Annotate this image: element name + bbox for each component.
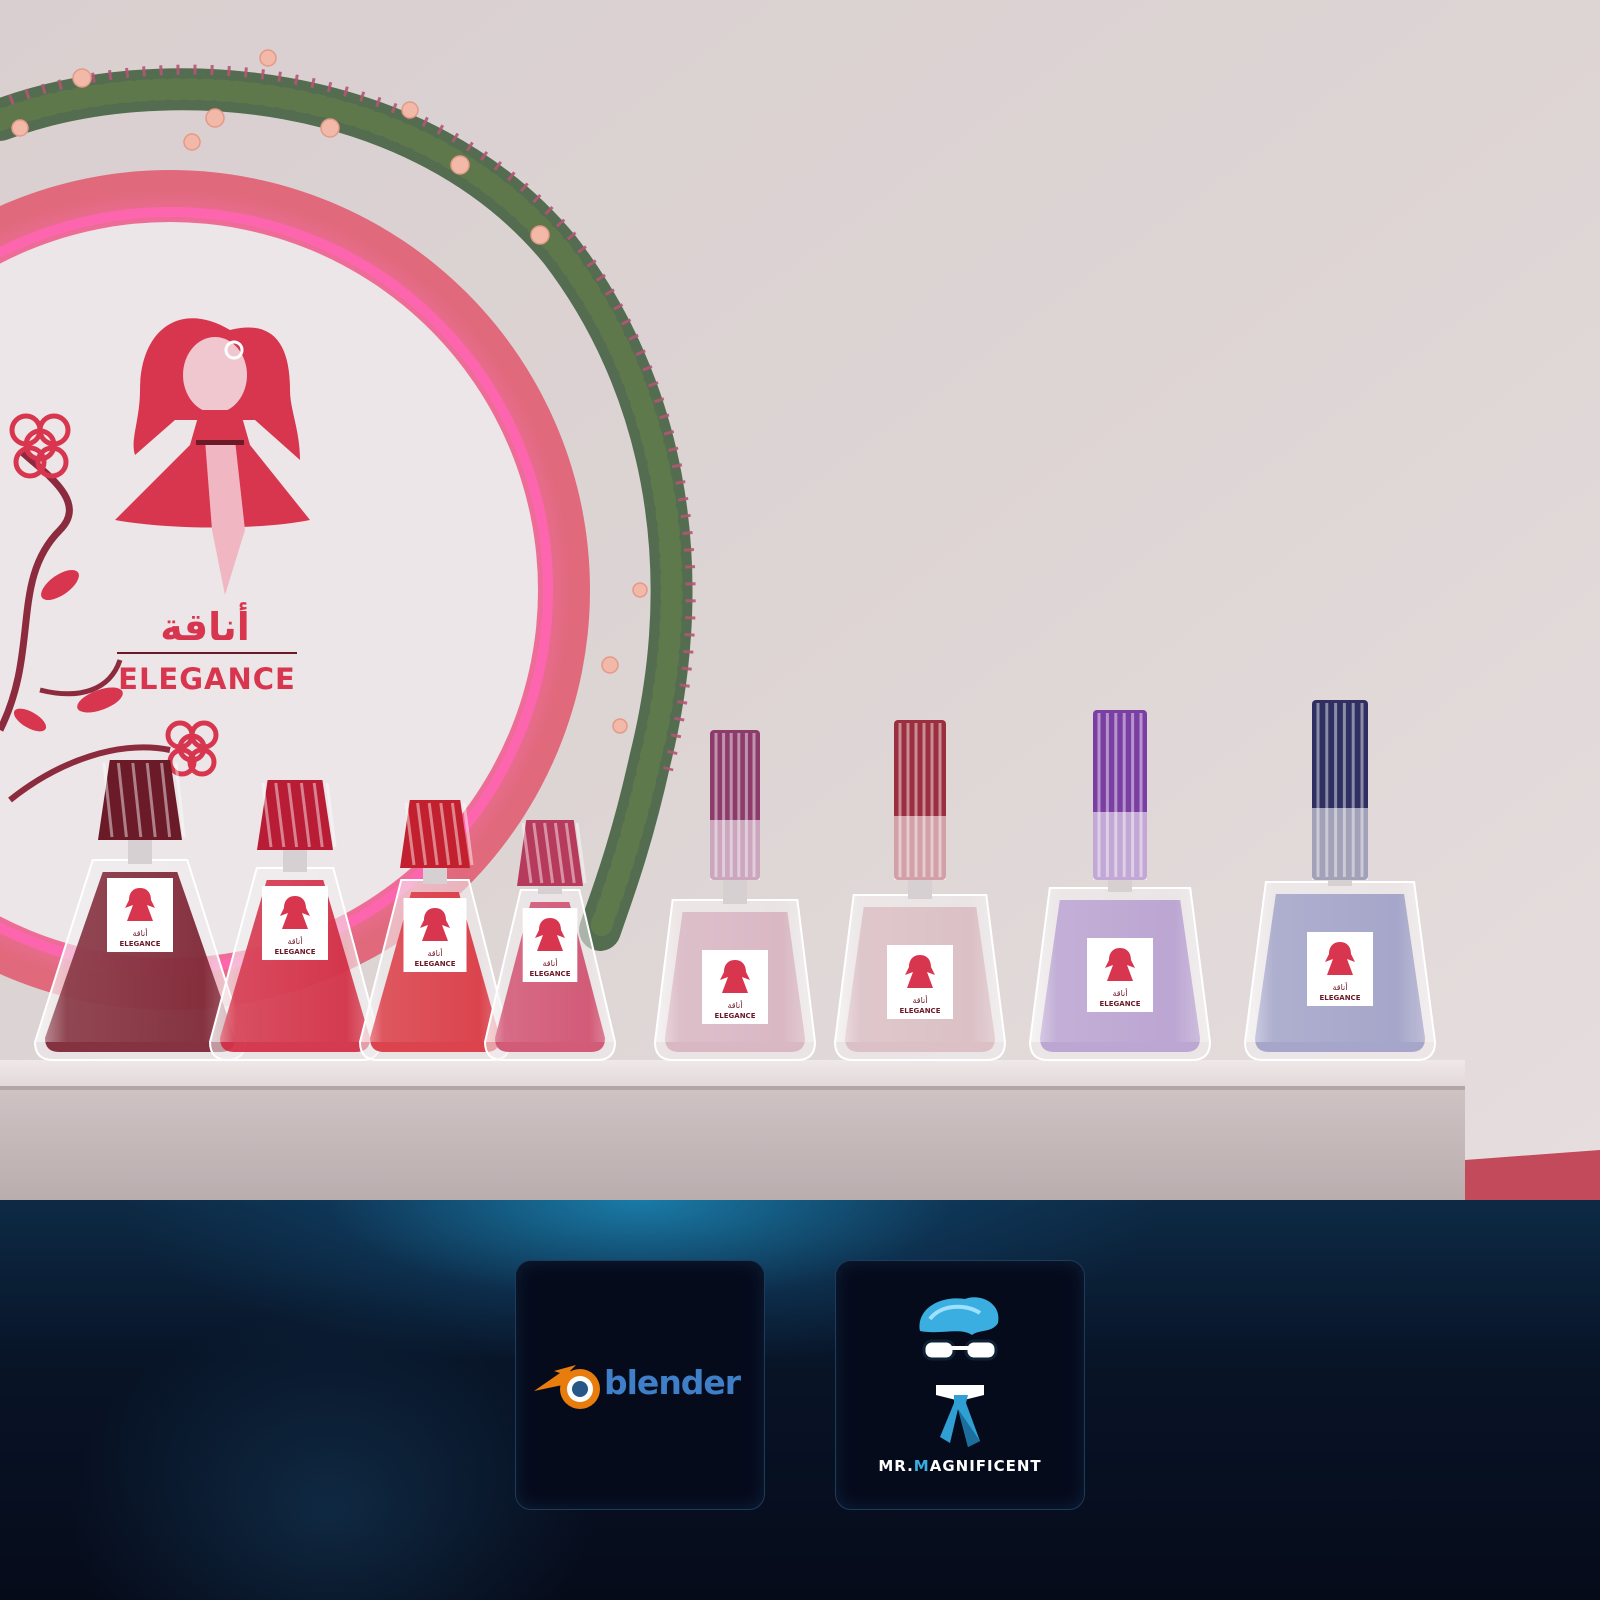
blender-logo-icon <box>534 1365 600 1409</box>
sign-arabic-name: أناقة <box>160 602 250 649</box>
bottle-cap <box>1093 710 1147 880</box>
bottle-cap <box>400 800 474 868</box>
product-scene: أناقة ELEGANCE أناقة ELEGANCE أناقة ELEGANC… <box>0 0 1600 1200</box>
display-shelf <box>0 1060 1600 1200</box>
bottle-label-english: ELEGANCE <box>715 1012 756 1020</box>
bottle-label-arabic: أناقة <box>428 948 443 958</box>
sign-divider <box>117 652 297 654</box>
bottle-cap <box>98 760 186 840</box>
bottle-label-arabic: أناقة <box>288 936 303 946</box>
bottle-label-arabic: أناقة <box>1333 982 1348 992</box>
bottle-label-english: ELEGANCE <box>120 940 161 948</box>
blender-badge: blender <box>515 1260 765 1510</box>
bottle-cap <box>257 780 337 850</box>
mr-magnificent-mascot-icon <box>919 1297 999 1447</box>
bottle-label-arabic: أناقة <box>1113 988 1128 998</box>
bottle-label-arabic: أناقة <box>133 928 148 938</box>
bottle-label-english: ELEGANCE <box>1100 1000 1141 1008</box>
bottle-label-english: ELEGANCE <box>415 960 456 968</box>
bottle-label-english: ELEGANCE <box>275 948 316 956</box>
bottle-cap <box>517 820 587 886</box>
bottle-label-arabic: أناقة <box>543 958 558 968</box>
bottle-cap <box>710 730 760 880</box>
mr-magnificent-wordmark: MR.MAGNIFICENT <box>878 1457 1042 1475</box>
bottle-label-arabic: أناقة <box>728 1000 743 1010</box>
bottle-label-english: ELEGANCE <box>530 970 571 978</box>
bottle-cap <box>1312 700 1368 880</box>
footer-band <box>0 1200 1600 1600</box>
bottle-label-english: ELEGANCE <box>1320 994 1361 1002</box>
bottle-cap <box>894 720 946 880</box>
ad-canvas: أناقة ELEGANCE أناقة ELEGANCE أناقة ELEGANC… <box>0 0 1600 1600</box>
sign-english-name: ELEGANCE <box>118 662 296 696</box>
bottle-label-english: ELEGANCE <box>900 1007 941 1015</box>
bottle-label-arabic: أناقة <box>913 995 928 1005</box>
blender-wordmark: blender <box>604 1363 741 1402</box>
mr-magnificent-badge: MR.MAGNIFICENT <box>835 1260 1085 1510</box>
